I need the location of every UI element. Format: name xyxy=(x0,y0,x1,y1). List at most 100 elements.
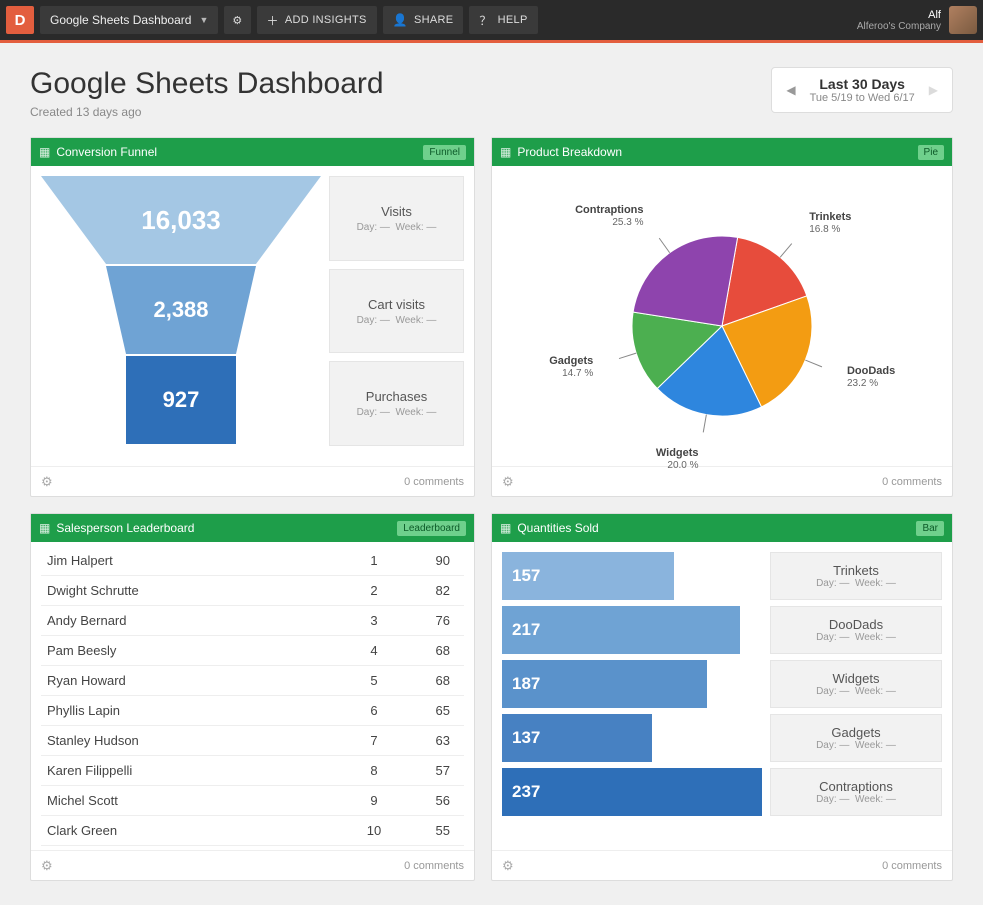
cell-rank: 10 xyxy=(344,816,404,846)
user-menu[interactable]: Alf Alferoo's Company xyxy=(857,6,977,34)
pie-chart: Trinkets16.8 %DooDads23.2 %Widgets20.0 %… xyxy=(502,176,942,456)
title-bar: Google Sheets Dashboard Created 13 days … xyxy=(30,67,953,119)
cell-name: Michel Scott xyxy=(41,786,344,816)
stage-label: Purchases xyxy=(366,389,427,404)
date-range-label: Last 30 Days xyxy=(810,76,915,92)
card-settings-button[interactable]: ⚙ xyxy=(41,474,53,490)
card-type-badge: Bar xyxy=(916,521,944,536)
card-type-badge: Pie xyxy=(918,145,944,160)
sheet-icon: ▦ xyxy=(500,521,511,535)
bar-fill: 187 xyxy=(502,660,707,708)
user-name: Alf xyxy=(857,9,941,21)
cell-name: Clark Green xyxy=(41,816,344,846)
card-settings-button[interactable]: ⚙ xyxy=(502,858,514,874)
help-label: HELP xyxy=(498,14,528,26)
bar-detail: Day: — Week: — xyxy=(816,686,896,697)
card-type-badge: Leaderboard xyxy=(397,521,466,536)
stage-label: Visits xyxy=(381,204,412,219)
bar-detail: Day: — Week: — xyxy=(816,578,896,589)
chevron-left-icon[interactable]: ◀ xyxy=(786,83,795,97)
card-product-breakdown: ▦ Product Breakdown Pie Trinkets16.8 %Do… xyxy=(491,137,953,497)
cell-rank: 6 xyxy=(344,696,404,726)
cell-rank: 9 xyxy=(344,786,404,816)
help-button[interactable]: ？ HELP xyxy=(469,6,537,34)
cell-score: 68 xyxy=(404,636,464,666)
bar-label: Widgets xyxy=(833,671,880,686)
comments-link[interactable]: 0 comments xyxy=(404,476,464,488)
card-title: Quantities Sold xyxy=(517,521,598,535)
card-settings-button[interactable]: ⚙ xyxy=(502,474,514,490)
bar-fill: 137 xyxy=(502,714,652,762)
cell-name: Phyllis Lapin xyxy=(41,696,344,726)
comments-link[interactable]: 0 comments xyxy=(882,476,942,488)
cell-rank: 3 xyxy=(344,606,404,636)
bar-label: DooDads xyxy=(829,617,883,632)
dashboard-name: Google Sheets Dashboard xyxy=(50,13,191,27)
funnel-stage-stat: Purchases Day: — Week: — xyxy=(329,361,464,446)
cell-rank: 2 xyxy=(344,576,404,606)
bar-label-box: TrinketsDay: — Week: — xyxy=(770,552,942,600)
stage-detail: Day: — Week: — xyxy=(357,222,437,233)
table-row: Phyllis Lapin665 xyxy=(41,696,464,726)
bar-chart: 157217187137237 xyxy=(502,552,762,816)
card-header: ▦ Conversion Funnel Funnel xyxy=(31,138,474,166)
chevron-down-icon: ▼ xyxy=(199,15,208,25)
pie-slice-label: Trinkets16.8 % xyxy=(809,211,889,235)
table-row: Pam Beesly468 xyxy=(41,636,464,666)
cell-score: 57 xyxy=(404,756,464,786)
sheet-icon: ▦ xyxy=(39,145,50,159)
card-title: Conversion Funnel xyxy=(56,145,157,159)
funnel-segment: 16,033 xyxy=(41,176,321,264)
table-row: Karen Filippelli857 xyxy=(41,756,464,786)
dashboard-dropdown[interactable]: Google Sheets Dashboard ▼ xyxy=(40,6,218,34)
settings-button[interactable]: ⚙ xyxy=(224,6,250,34)
add-insights-label: ADD INSIGHTS xyxy=(285,14,367,26)
chevron-right-icon[interactable]: ▶ xyxy=(929,83,938,97)
cell-name: Pam Beesly xyxy=(41,636,344,666)
comments-link[interactable]: 0 comments xyxy=(882,860,942,872)
bar-row: 237 xyxy=(502,768,762,816)
cell-rank: 5 xyxy=(344,666,404,696)
cell-name: Dwight Schrutte xyxy=(41,576,344,606)
leaderboard-table: Jim Halpert190Dwight Schrutte282Andy Ber… xyxy=(41,546,464,846)
stage-detail: Day: — Week: — xyxy=(357,407,437,418)
bar-label-box: WidgetsDay: — Week: — xyxy=(770,660,942,708)
card-grid: ▦ Conversion Funnel Funnel 16,0332,38892… xyxy=(30,137,953,881)
card-conversion-funnel: ▦ Conversion Funnel Funnel 16,0332,38892… xyxy=(30,137,475,497)
bar-detail: Day: — Week: — xyxy=(816,632,896,643)
pie-slice-label: Widgets20.0 % xyxy=(619,447,699,471)
cell-score: 65 xyxy=(404,696,464,726)
plus-icon: ＋ xyxy=(267,12,279,29)
bar-label-box: GadgetsDay: — Week: — xyxy=(770,714,942,762)
share-icon: 👤 xyxy=(393,13,408,27)
bar-detail: Day: — Week: — xyxy=(816,794,896,805)
share-button[interactable]: 👤 SHARE xyxy=(383,6,464,34)
add-insights-button[interactable]: ＋ ADD INSIGHTS xyxy=(257,6,377,34)
funnel-chart: 16,0332,388927 xyxy=(41,176,321,446)
comments-link[interactable]: 0 comments xyxy=(404,860,464,872)
bar-label-box: ContraptionsDay: — Week: — xyxy=(770,768,942,816)
cell-rank: 7 xyxy=(344,726,404,756)
bar-detail: Day: — Week: — xyxy=(816,740,896,751)
cell-score: 82 xyxy=(404,576,464,606)
card-header: ▦ Product Breakdown Pie xyxy=(492,138,952,166)
app-logo[interactable]: D xyxy=(6,6,34,34)
bar-label: Contraptions xyxy=(819,779,893,794)
funnel-segment: 2,388 xyxy=(106,266,256,354)
bar-label-box: DooDadsDay: — Week: — xyxy=(770,606,942,654)
card-settings-button[interactable]: ⚙ xyxy=(41,858,53,874)
cell-name: Ryan Howard xyxy=(41,666,344,696)
bar-label: Gadgets xyxy=(831,725,880,740)
stage-label: Cart visits xyxy=(368,297,425,312)
date-range-picker[interactable]: ◀ Last 30 Days Tue 5/19 to Wed 6/17 ▶ xyxy=(771,67,953,113)
cell-rank: 1 xyxy=(344,546,404,576)
page-subtitle: Created 13 days ago xyxy=(30,105,384,119)
funnel-stage-labels: Visits Day: — Week: — Cart visits Day: — We… xyxy=(329,176,464,446)
pie-slice-label: Gadgets14.7 % xyxy=(513,355,593,379)
cell-score: 63 xyxy=(404,726,464,756)
funnel-stage-stat: Visits Day: — Week: — xyxy=(329,176,464,261)
stage-detail: Day: — Week: — xyxy=(357,315,437,326)
bar-row: 217 xyxy=(502,606,762,654)
cell-score: 90 xyxy=(404,546,464,576)
share-label: SHARE xyxy=(414,14,453,26)
